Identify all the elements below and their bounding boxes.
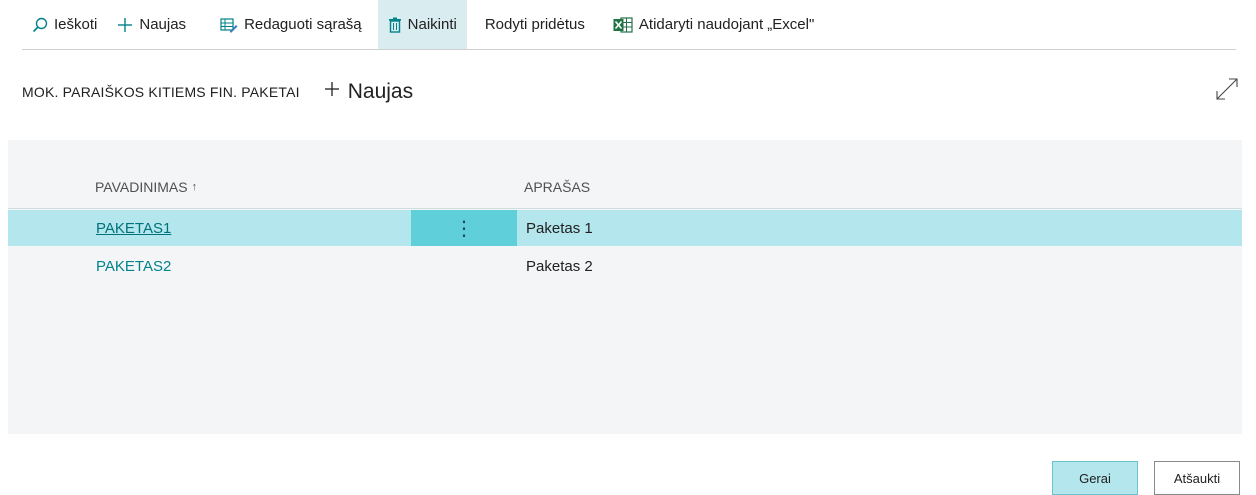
row-name-link[interactable]: PAKETAS1 <box>96 210 171 246</box>
open-in-excel-action[interactable]: Atidaryti naudojant „Excel" <box>603 0 824 49</box>
column-header-name[interactable]: PAVADINIMAS ↑ <box>95 176 197 198</box>
list-part: PAVADINIMAS ↑ APRAŠAS PAKETAS1 ⋮ Paketas… <box>8 140 1242 434</box>
column-header-description[interactable]: APRAŠAS <box>524 176 590 198</box>
edit-list-icon <box>220 17 238 33</box>
new-action[interactable]: Naujas <box>107 0 196 49</box>
page-title: MOK. PARAIŠKOS KITIEMS FIN. PAKETAI <box>22 84 300 100</box>
delete-action[interactable]: Naikinti <box>377 0 467 49</box>
search-action[interactable]: Ieškoti <box>22 0 107 49</box>
delete-label: Naikinti <box>407 16 457 33</box>
column-header-name-label: PAVADINIMAS <box>95 179 188 195</box>
cancel-button[interactable]: Atšaukti <box>1154 461 1240 495</box>
table-row[interactable]: PAKETAS2 Paketas 2 <box>8 248 1242 284</box>
plus-icon <box>117 17 133 33</box>
row-actions-menu-icon[interactable]: ⋮ <box>411 210 517 246</box>
expand-icon[interactable] <box>1214 76 1240 107</box>
row-description[interactable]: Paketas 1 <box>526 210 593 246</box>
header-divider <box>8 208 1242 209</box>
title-new-label: Naujas <box>347 80 414 103</box>
action-bar: Ieškoti Naujas Redaguoti sąrašą Naikinti… <box>22 0 1236 50</box>
ok-button[interactable]: Gerai <box>1052 461 1138 495</box>
table-row[interactable]: PAKETAS1 ⋮ Paketas 1 <box>8 210 1242 246</box>
show-attached-action[interactable]: Rodyti pridėtus <box>475 0 595 49</box>
show-attached-label: Rodyti pridėtus <box>484 16 585 33</box>
new-label: Naujas <box>139 16 187 33</box>
column-header-description-label: APRAŠAS <box>524 179 591 195</box>
row-description[interactable]: Paketas 2 <box>526 248 593 284</box>
excel-icon <box>613 16 633 33</box>
edit-list-action[interactable]: Redaguoti sąrašą <box>210 0 372 49</box>
open-in-excel-label: Atidaryti naudojant „Excel" <box>638 16 815 33</box>
trash-icon <box>388 17 402 33</box>
search-icon <box>32 17 48 33</box>
title-new-button[interactable]: Naujas <box>322 79 413 105</box>
page-header: MOK. PARAIŠKOS KITIEMS FIN. PAKETAI Nauj… <box>22 74 413 110</box>
search-label: Ieškoti <box>54 16 98 33</box>
plus-icon <box>322 79 342 105</box>
row-name-link[interactable]: PAKETAS2 <box>96 248 171 284</box>
sort-ascending-icon: ↑ <box>191 181 198 193</box>
edit-list-label: Redaguoti sąrašą <box>244 16 362 33</box>
